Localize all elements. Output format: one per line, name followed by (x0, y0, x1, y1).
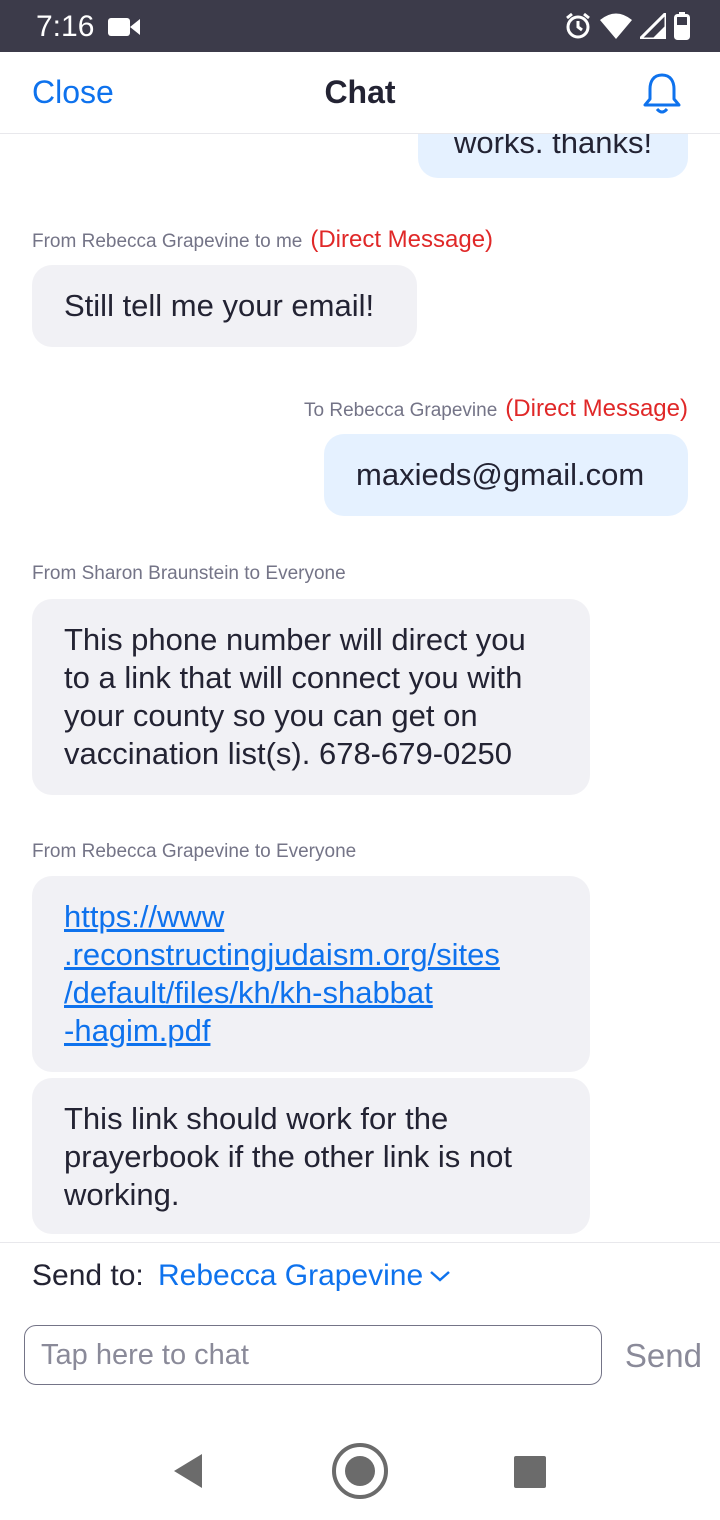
message-bubble-outgoing: maxieds@gmail.com (324, 434, 688, 516)
battery-icon (674, 12, 690, 40)
bell-icon[interactable] (642, 72, 682, 114)
message-bubble-incoming: This link should work for the prayerbook… (32, 1078, 590, 1234)
send-to-label: Send to: (32, 1259, 144, 1292)
sender-label: From Sharon Braunstein to Everyone (32, 563, 346, 584)
home-icon[interactable] (331, 1442, 389, 1500)
message-sender-info: From Sharon Braunstein to Everyone (32, 563, 346, 585)
message-text: maxieds@gmail.com (356, 457, 645, 492)
recent-apps-icon[interactable] (514, 1456, 546, 1488)
navigation-bar (0, 1412, 720, 1520)
status-time: 7:16 (36, 10, 95, 43)
message-text: This link should work for the prayerbook… (64, 1101, 513, 1212)
page-title: Chat (324, 74, 396, 110)
message-text: works. thanks! (453, 134, 653, 160)
send-button[interactable]: Send (625, 1337, 702, 1375)
message-bubble-incoming: Still tell me your email! (32, 265, 417, 347)
message-bubble-incoming: https://www .reconstructingjudaism.org/s… (32, 876, 590, 1072)
chat-header: Close Chat (0, 52, 720, 134)
link-line: https://www (64, 899, 225, 934)
video-camera-icon (108, 18, 140, 36)
message-sender-info: From Rebecca Grapevine to Everyone (32, 841, 356, 863)
message-text: Still tell me your email! (64, 288, 375, 323)
alarm-icon (566, 12, 590, 39)
sender-label: From Rebecca Grapevine to me (32, 231, 303, 252)
signal-icon (640, 13, 666, 39)
recipient-label: To Rebecca Grapevine (304, 400, 498, 421)
message-link[interactable]: https://www .reconstructingjudaism.org/s… (64, 898, 558, 1050)
direct-message-tag: (Direct Message) (505, 395, 688, 422)
status-bar: 7:16 (0, 0, 720, 52)
message-sender-info: From Rebecca Grapevine to me (Direct Mess… (32, 226, 493, 254)
link-line: .reconstructingjudaism.org/sites (64, 937, 500, 972)
chat-input[interactable] (24, 1325, 602, 1385)
status-icons (564, 12, 690, 40)
message-bubble-incoming: This phone number will direct you to a l… (32, 599, 590, 795)
message-text: This phone number will direct you to a l… (64, 622, 526, 771)
wifi-icon (600, 13, 632, 39)
chevron-down-icon (430, 1271, 450, 1282)
message-bubble-outgoing: works. thanks! (418, 134, 688, 178)
link-line: -hagim.pdf (64, 1013, 211, 1048)
send-to-recipient: Rebecca Grapevine (158, 1259, 424, 1292)
send-to-selector[interactable]: Rebecca Grapevine (158, 1259, 451, 1293)
back-icon[interactable] (172, 1454, 204, 1488)
direct-message-tag: (Direct Message) (310, 226, 494, 253)
link-line: /default/files/kh/kh-shabbat (64, 975, 433, 1010)
chat-composer: Send to: Rebecca Grapevine Send (0, 1242, 720, 1412)
chat-message-list[interactable]: works. thanks! From Rebecca Grapevine to… (0, 134, 720, 1242)
sender-label: From Rebecca Grapevine to Everyone (32, 841, 357, 862)
message-recipient-info: To Rebecca Grapevine (Direct Message) (304, 395, 688, 423)
